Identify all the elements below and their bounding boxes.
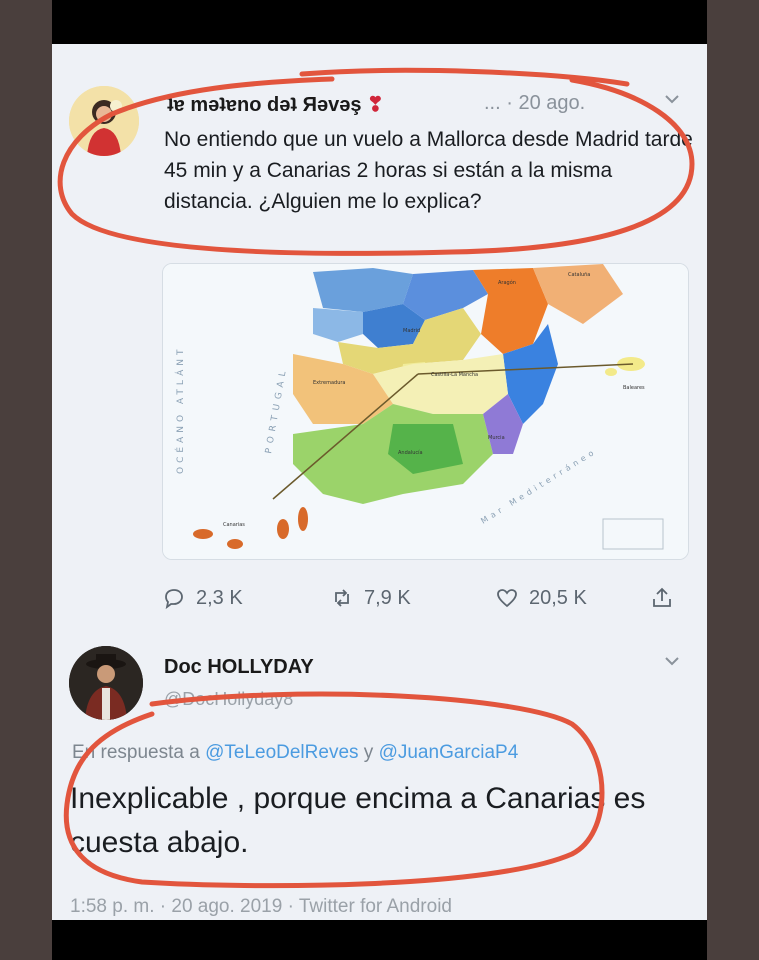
author-display-name[interactable]: ʇɐ məʇɐno dəʇ Яəvəş ❣ xyxy=(167,92,384,117)
reply-count: 2,3 K xyxy=(196,586,243,609)
author-avatar[interactable] xyxy=(69,86,139,156)
reply-action[interactable]: 2,3 K xyxy=(162,586,243,610)
reply-icon xyxy=(165,589,183,610)
author-name-text: ʇɐ məʇɐno dəʇ Яəvəş xyxy=(167,94,362,116)
map-region-label: Baleares xyxy=(623,385,645,391)
ocean-label: OCÉANO ATLÁNT xyxy=(174,346,186,474)
replying-to-conj: y xyxy=(363,742,374,763)
map-region-label: Aragón xyxy=(498,279,516,286)
tweet-text: No entiendo que un vuelo a Mallorca desd… xyxy=(164,128,693,213)
top-black-bar xyxy=(52,0,707,44)
retweet-icon xyxy=(335,589,349,607)
tweet-timestamp[interactable]: ... · 20 ago. xyxy=(484,92,585,115)
reply-timestamp-source: 1:58 p. m. · 20 ago. 2019 · Twitter for … xyxy=(70,896,452,917)
heart-emoji-icon: ❣ xyxy=(367,94,384,116)
chevron-down-icon[interactable] xyxy=(664,92,680,110)
tweet-actions-bar: 2,3 K 7,9 K 20,5 K xyxy=(162,586,702,616)
replying-to-prefix: En respuesta a xyxy=(72,742,200,763)
tweet-screenshot-card: ʇɐ məʇɐno dəʇ Яəvəş ❣ ... · 20 ago. No e… xyxy=(52,44,707,920)
map-region-label: Madrid xyxy=(403,328,420,334)
retweet-count: 7,9 K xyxy=(364,586,411,609)
replying-to-line: En respuesta a @TeLeoDelReves y @JuanGar… xyxy=(72,742,518,764)
reply-author-avatar[interactable] xyxy=(69,646,143,720)
share-action[interactable] xyxy=(650,586,674,610)
mention-link[interactable]: @TeLeoDelReves xyxy=(205,742,358,763)
chevron-down-icon[interactable] xyxy=(664,654,680,672)
like-action[interactable]: 20,5 K xyxy=(495,586,587,610)
share-icon xyxy=(653,587,671,607)
spain-map-image[interactable]: OCÉANO ATLÁNT PORTUGAL Mar Mediterráneo … xyxy=(162,263,689,560)
reply-author-name[interactable]: Doc HOLLYDAY xyxy=(164,656,314,679)
map-region-label: Andalucía xyxy=(398,449,423,456)
map-region-label: Cataluña xyxy=(568,272,590,278)
map-region-label: Canarias xyxy=(223,522,245,528)
map-region-label: Extremadura xyxy=(313,380,346,386)
like-count: 20,5 K xyxy=(529,586,587,609)
retweet-action[interactable]: 7,9 K xyxy=(330,586,411,610)
reply-author-handle[interactable]: @DocHollyday8 xyxy=(164,689,293,710)
mention-link[interactable]: @JuanGarciaP4 xyxy=(379,742,519,763)
bottom-black-bar xyxy=(52,920,707,960)
map-region-label: Castilla-La Mancha xyxy=(431,372,478,378)
map-region-label: Murcia xyxy=(488,435,505,441)
heart-icon xyxy=(497,589,517,608)
reply-text: Inexplicable , porque encima a Canarias … xyxy=(70,782,646,859)
